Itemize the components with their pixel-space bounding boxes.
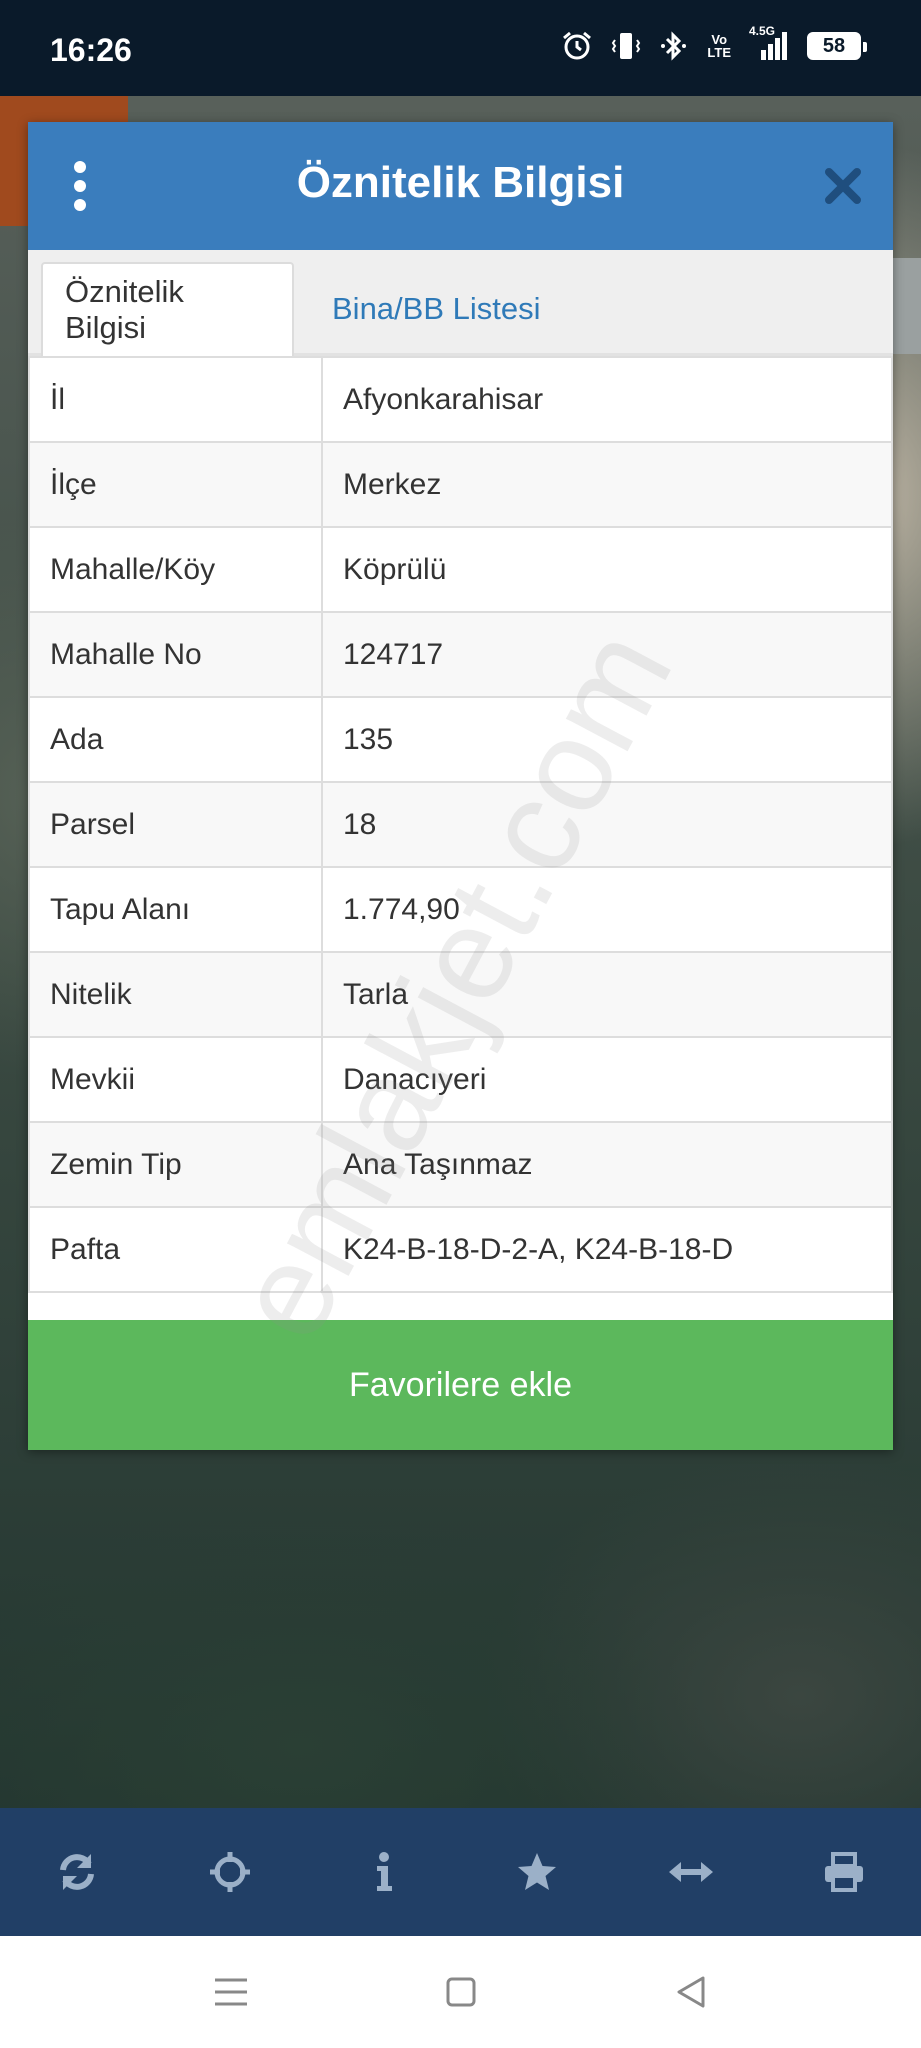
attribute-table: İl Afyonkarahisar İlçe Merkez Mahalle/Köy K… <box>28 356 893 1293</box>
row-key: Parsel <box>28 781 323 868</box>
arrows-horizontal-icon <box>668 1862 713 1882</box>
row-value: 124717 <box>321 611 893 698</box>
row-value: Danacıyeri <box>321 1036 893 1123</box>
dialog-header: Öznitelik Bilgisi <box>28 122 893 250</box>
table-row: İlçe Merkez <box>28 441 893 528</box>
system-nav-bar <box>0 1936 921 2048</box>
table-row: Nitelik Tarla <box>28 951 893 1038</box>
map-side-handle[interactable] <box>891 258 921 354</box>
row-key: Mahalle No <box>28 611 323 698</box>
menu-icon <box>214 1978 247 2006</box>
close-icon[interactable] <box>823 166 863 206</box>
status-time: 16:26 <box>50 32 132 68</box>
home-square-icon <box>446 1977 475 2007</box>
dialog-title: Öznitelik Bilgisi <box>296 158 625 207</box>
row-value: K24-B-18-D-2-A, K24-B-18-D <box>321 1206 893 1293</box>
row-value: 1.774,90 <box>321 866 893 953</box>
volte-indicator: Vo LTE <box>707 33 731 59</box>
refresh-icon <box>59 1854 94 1890</box>
bluetooth-icon <box>661 31 687 61</box>
favorites-button[interactable] <box>499 1834 575 1910</box>
crosshair-icon <box>210 1852 251 1892</box>
table-row: Tapu Alanı 1.774,90 <box>28 866 893 953</box>
row-value: Afyonkarahisar <box>321 356 893 443</box>
alarm-icon <box>563 31 592 60</box>
row-key: İlçe <box>28 441 323 528</box>
signal-group: 4.5G <box>749 24 789 62</box>
locate-button[interactable] <box>192 1834 268 1910</box>
refresh-button[interactable] <box>39 1834 115 1910</box>
table-row: İl Afyonkarahisar <box>28 356 893 443</box>
row-value: Ana Taşınmaz <box>321 1121 893 1208</box>
row-value: Tarla <box>321 951 893 1038</box>
table-row: Ada 135 <box>28 696 893 783</box>
table-row: Mevkii Danacıyeri <box>28 1036 893 1123</box>
bottom-toolbar <box>0 1808 921 1936</box>
dialog-tabs: Öznitelik Bilgisi Bina/BB Listesi <box>28 250 893 356</box>
table-row: Mahalle/Köy Köprülü <box>28 526 893 613</box>
table-row: Pafta K24-B-18-D-2-A, K24-B-18-D <box>28 1206 893 1293</box>
info-button[interactable] <box>346 1834 422 1910</box>
row-key: Zemin Tip <box>28 1121 323 1208</box>
measure-button[interactable] <box>653 1834 729 1910</box>
row-value: Merkez <box>321 441 893 528</box>
attribute-dialog: Öznitelik Bilgisi Öznitelik Bilgisi Bina… <box>28 122 893 1450</box>
vibrate-icon <box>612 33 641 59</box>
row-value: 18 <box>321 781 893 868</box>
home-button[interactable] <box>436 1967 486 2017</box>
network-type: 4.5G <box>749 24 776 38</box>
row-value: 135 <box>321 696 893 783</box>
row-key: Ada <box>28 696 323 783</box>
back-button[interactable] <box>666 1967 716 2017</box>
row-key: Mahalle/Köy <box>28 526 323 613</box>
row-key: Nitelik <box>28 951 323 1038</box>
row-value: Köprülü <box>321 526 893 613</box>
recents-button[interactable] <box>206 1967 256 2017</box>
print-button[interactable] <box>806 1834 882 1910</box>
row-key: Mevkii <box>28 1036 323 1123</box>
volte-line2: LTE <box>707 45 731 60</box>
print-icon <box>825 1852 864 1892</box>
star-icon <box>518 1853 557 1890</box>
status-icons: Vo LTE 4.5G 58 <box>561 24 867 62</box>
row-key: Pafta <box>28 1206 323 1293</box>
table-row: Mahalle No 124717 <box>28 611 893 698</box>
battery-indicator: 58 <box>807 32 867 60</box>
row-key: İl <box>28 356 323 443</box>
status-bar: 16:26 Vo LTE 4.5G 58 <box>0 0 921 96</box>
tab-attribute-info[interactable]: Öznitelik Bilgisi <box>41 262 294 356</box>
table-row: Zemin Tip Ana Taşınmaz <box>28 1121 893 1208</box>
row-key: Tapu Alanı <box>28 866 323 953</box>
add-favorite-button[interactable]: Favorilere ekle <box>28 1320 893 1450</box>
table-row: Parsel 18 <box>28 781 893 868</box>
battery-level: 58 <box>822 34 846 57</box>
tab-building-list[interactable]: Bina/BB Listesi <box>310 262 563 356</box>
info-icon <box>376 1852 392 1891</box>
back-triangle-icon <box>677 1976 704 2008</box>
